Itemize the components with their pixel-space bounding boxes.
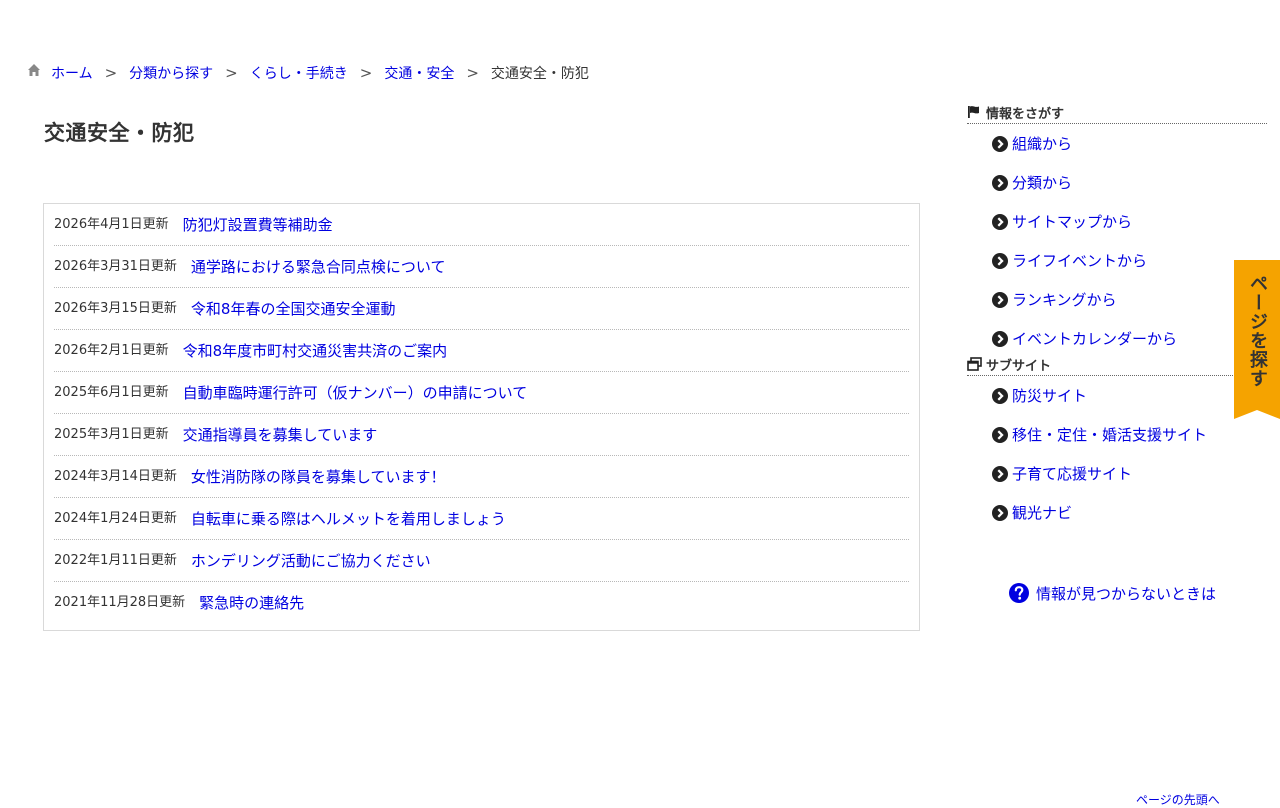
breadcrumb-traffic[interactable]: 交通・安全 bbox=[384, 63, 454, 83]
question-circle-icon bbox=[1008, 582, 1030, 604]
news-list: 2026年4月1日更新 防犯灯設置費等補助金 2026年3月31日更新 通学路に… bbox=[43, 203, 920, 631]
sidebar-item-organization: 組織から bbox=[967, 124, 1267, 163]
update-date: 2021年11月28日更新 bbox=[54, 595, 186, 610]
list-item: 2026年2月1日更新 令和8年度市町村交通災害共済のご案内 bbox=[54, 330, 909, 372]
subsite-list: 防災サイト 移住・定住・婚活支援サイト 子育て応援サイト 観光ナビ bbox=[967, 376, 1267, 532]
breadcrumb-separator: > bbox=[225, 64, 238, 82]
breadcrumb-separator: > bbox=[466, 64, 479, 82]
find-page-tab-label: ページを探す bbox=[1247, 274, 1268, 388]
help-link[interactable]: 情報が見つからないときは bbox=[1008, 582, 1216, 604]
news-link[interactable]: 緊急時の連絡先 bbox=[199, 593, 304, 613]
sidebar-link[interactable]: 分類から bbox=[1012, 172, 1072, 193]
sidebar-item-ranking: ランキングから bbox=[967, 280, 1267, 319]
subsite-heading: サブサイト bbox=[967, 355, 1267, 376]
subsite-heading-label: サブサイト bbox=[986, 358, 1052, 374]
breadcrumb-home[interactable]: ホーム bbox=[51, 63, 93, 83]
news-link[interactable]: 通学路における緊急合同点検について bbox=[191, 257, 446, 277]
sidebar-link[interactable]: 子育て応援サイト bbox=[1012, 463, 1132, 484]
breadcrumb-separator: > bbox=[104, 64, 118, 82]
windows-icon bbox=[967, 357, 982, 371]
chevron-right-circle-icon bbox=[992, 387, 1008, 404]
chevron-right-circle-icon bbox=[992, 135, 1008, 152]
breadcrumb-separator: > bbox=[359, 64, 373, 82]
sidebar-item-sitemap: サイトマップから bbox=[967, 202, 1267, 241]
news-link[interactable]: 交通指導員を募集しています bbox=[183, 425, 378, 445]
find-page-tab[interactable]: ページを探す bbox=[1234, 260, 1280, 420]
list-item: 2025年3月1日更新 交通指導員を募集しています bbox=[54, 414, 909, 456]
sidebar-item-tourism: 観光ナビ bbox=[967, 493, 1267, 532]
sidebar-item-event-calendar: イベントカレンダーから bbox=[967, 319, 1267, 358]
update-date: 2025年6月1日更新 bbox=[54, 385, 169, 400]
sidebar-item-disaster: 防災サイト bbox=[967, 376, 1267, 415]
sidebar-link[interactable]: 組織から bbox=[1012, 133, 1072, 154]
chevron-right-circle-icon bbox=[992, 174, 1008, 191]
news-link[interactable]: 令和8年春の全国交通安全運動 bbox=[191, 299, 396, 319]
search-info-heading-label: 情報をさがす bbox=[986, 106, 1065, 122]
breadcrumb-current: 交通安全・防犯 bbox=[490, 66, 589, 82]
breadcrumb-category[interactable]: 分類から探す bbox=[129, 63, 213, 83]
update-date: 2024年1月24日更新 bbox=[54, 511, 177, 526]
sidebar-link[interactable]: イベントカレンダーから bbox=[1012, 328, 1177, 349]
sidebar: 情報をさがす 組織から 分類から サイトマップから ライフイベントから ランキン… bbox=[967, 103, 1267, 532]
list-item: 2026年3月15日更新 令和8年春の全国交通安全運動 bbox=[54, 288, 909, 330]
list-item: 2026年3月31日更新 通学路における緊急合同点検について bbox=[54, 246, 909, 288]
breadcrumb: ホーム > 分類から探す > くらし・手続き > 交通・安全 > 交通安全・防犯 bbox=[27, 62, 589, 84]
chevron-right-circle-icon bbox=[992, 252, 1008, 269]
sidebar-link[interactable]: 観光ナビ bbox=[1012, 502, 1072, 523]
sidebar-item-childcare: 子育て応援サイト bbox=[967, 454, 1267, 493]
news-link[interactable]: 防犯灯設置費等補助金 bbox=[183, 215, 333, 235]
chevron-right-circle-icon bbox=[992, 426, 1008, 443]
update-date: 2026年3月31日更新 bbox=[54, 259, 177, 274]
update-date: 2026年2月1日更新 bbox=[54, 343, 169, 358]
breadcrumb-living[interactable]: くらし・手続き bbox=[250, 63, 348, 83]
list-item: 2021年11月28日更新 緊急時の連絡先 bbox=[54, 582, 909, 624]
tab-notch-shape bbox=[1234, 407, 1280, 419]
chevron-right-circle-icon bbox=[992, 213, 1008, 230]
sidebar-link[interactable]: ランキングから bbox=[1012, 289, 1117, 310]
list-item: 2024年1月24日更新 自転車に乗る際はヘルメットを着用しましょう bbox=[54, 498, 909, 540]
home-icon bbox=[27, 63, 41, 77]
list-item: 2026年4月1日更新 防犯灯設置費等補助金 bbox=[54, 204, 909, 246]
chevron-right-circle-icon bbox=[992, 291, 1008, 308]
update-date: 2026年4月1日更新 bbox=[54, 217, 169, 232]
update-date: 2025年3月1日更新 bbox=[54, 427, 169, 442]
sidebar-link[interactable]: 移住・定住・婚活支援サイト bbox=[1012, 424, 1207, 445]
list-item: 2025年6月1日更新 自動車臨時運行許可（仮ナンバー）の申請について bbox=[54, 372, 909, 414]
sidebar-item-migration: 移住・定住・婚活支援サイト bbox=[967, 415, 1267, 454]
sidebar-link[interactable]: ライフイベントから bbox=[1012, 250, 1147, 271]
chevron-right-circle-icon bbox=[992, 330, 1008, 347]
flag-icon bbox=[967, 105, 982, 119]
sidebar-item-category: 分類から bbox=[967, 163, 1267, 202]
sidebar-link[interactable]: 防災サイト bbox=[1012, 385, 1087, 406]
page-title: 交通安全・防犯 bbox=[44, 121, 195, 145]
list-item: 2022年1月11日更新 ホンデリング活動にご協力ください bbox=[54, 540, 909, 582]
list-item: 2024年3月14日更新 女性消防隊の隊員を募集しています！ bbox=[54, 456, 909, 498]
update-date: 2022年1月11日更新 bbox=[54, 553, 177, 568]
search-info-list: 組織から 分類から サイトマップから ライフイベントから ランキングから イベン… bbox=[967, 124, 1267, 358]
sidebar-link[interactable]: サイトマップから bbox=[1012, 211, 1132, 232]
update-date: 2026年3月15日更新 bbox=[54, 301, 177, 316]
news-link[interactable]: ホンデリング活動にご協力ください bbox=[191, 551, 431, 571]
chevron-right-circle-icon bbox=[992, 504, 1008, 521]
news-link[interactable]: 女性消防隊の隊員を募集しています！ bbox=[191, 467, 446, 487]
news-link[interactable]: 自動車臨時運行許可（仮ナンバー）の申請について bbox=[183, 383, 528, 403]
update-date: 2024年3月14日更新 bbox=[54, 469, 177, 484]
news-link[interactable]: 自転車に乗る際はヘルメットを着用しましょう bbox=[191, 509, 506, 529]
sidebar-item-life-event: ライフイベントから bbox=[967, 241, 1267, 280]
help-link-label: 情報が見つからないときは bbox=[1036, 584, 1217, 603]
chevron-right-circle-icon bbox=[992, 465, 1008, 482]
news-link[interactable]: 令和8年度市町村交通災害共済のご案内 bbox=[183, 341, 448, 361]
search-info-heading: 情報をさがす bbox=[967, 103, 1267, 124]
